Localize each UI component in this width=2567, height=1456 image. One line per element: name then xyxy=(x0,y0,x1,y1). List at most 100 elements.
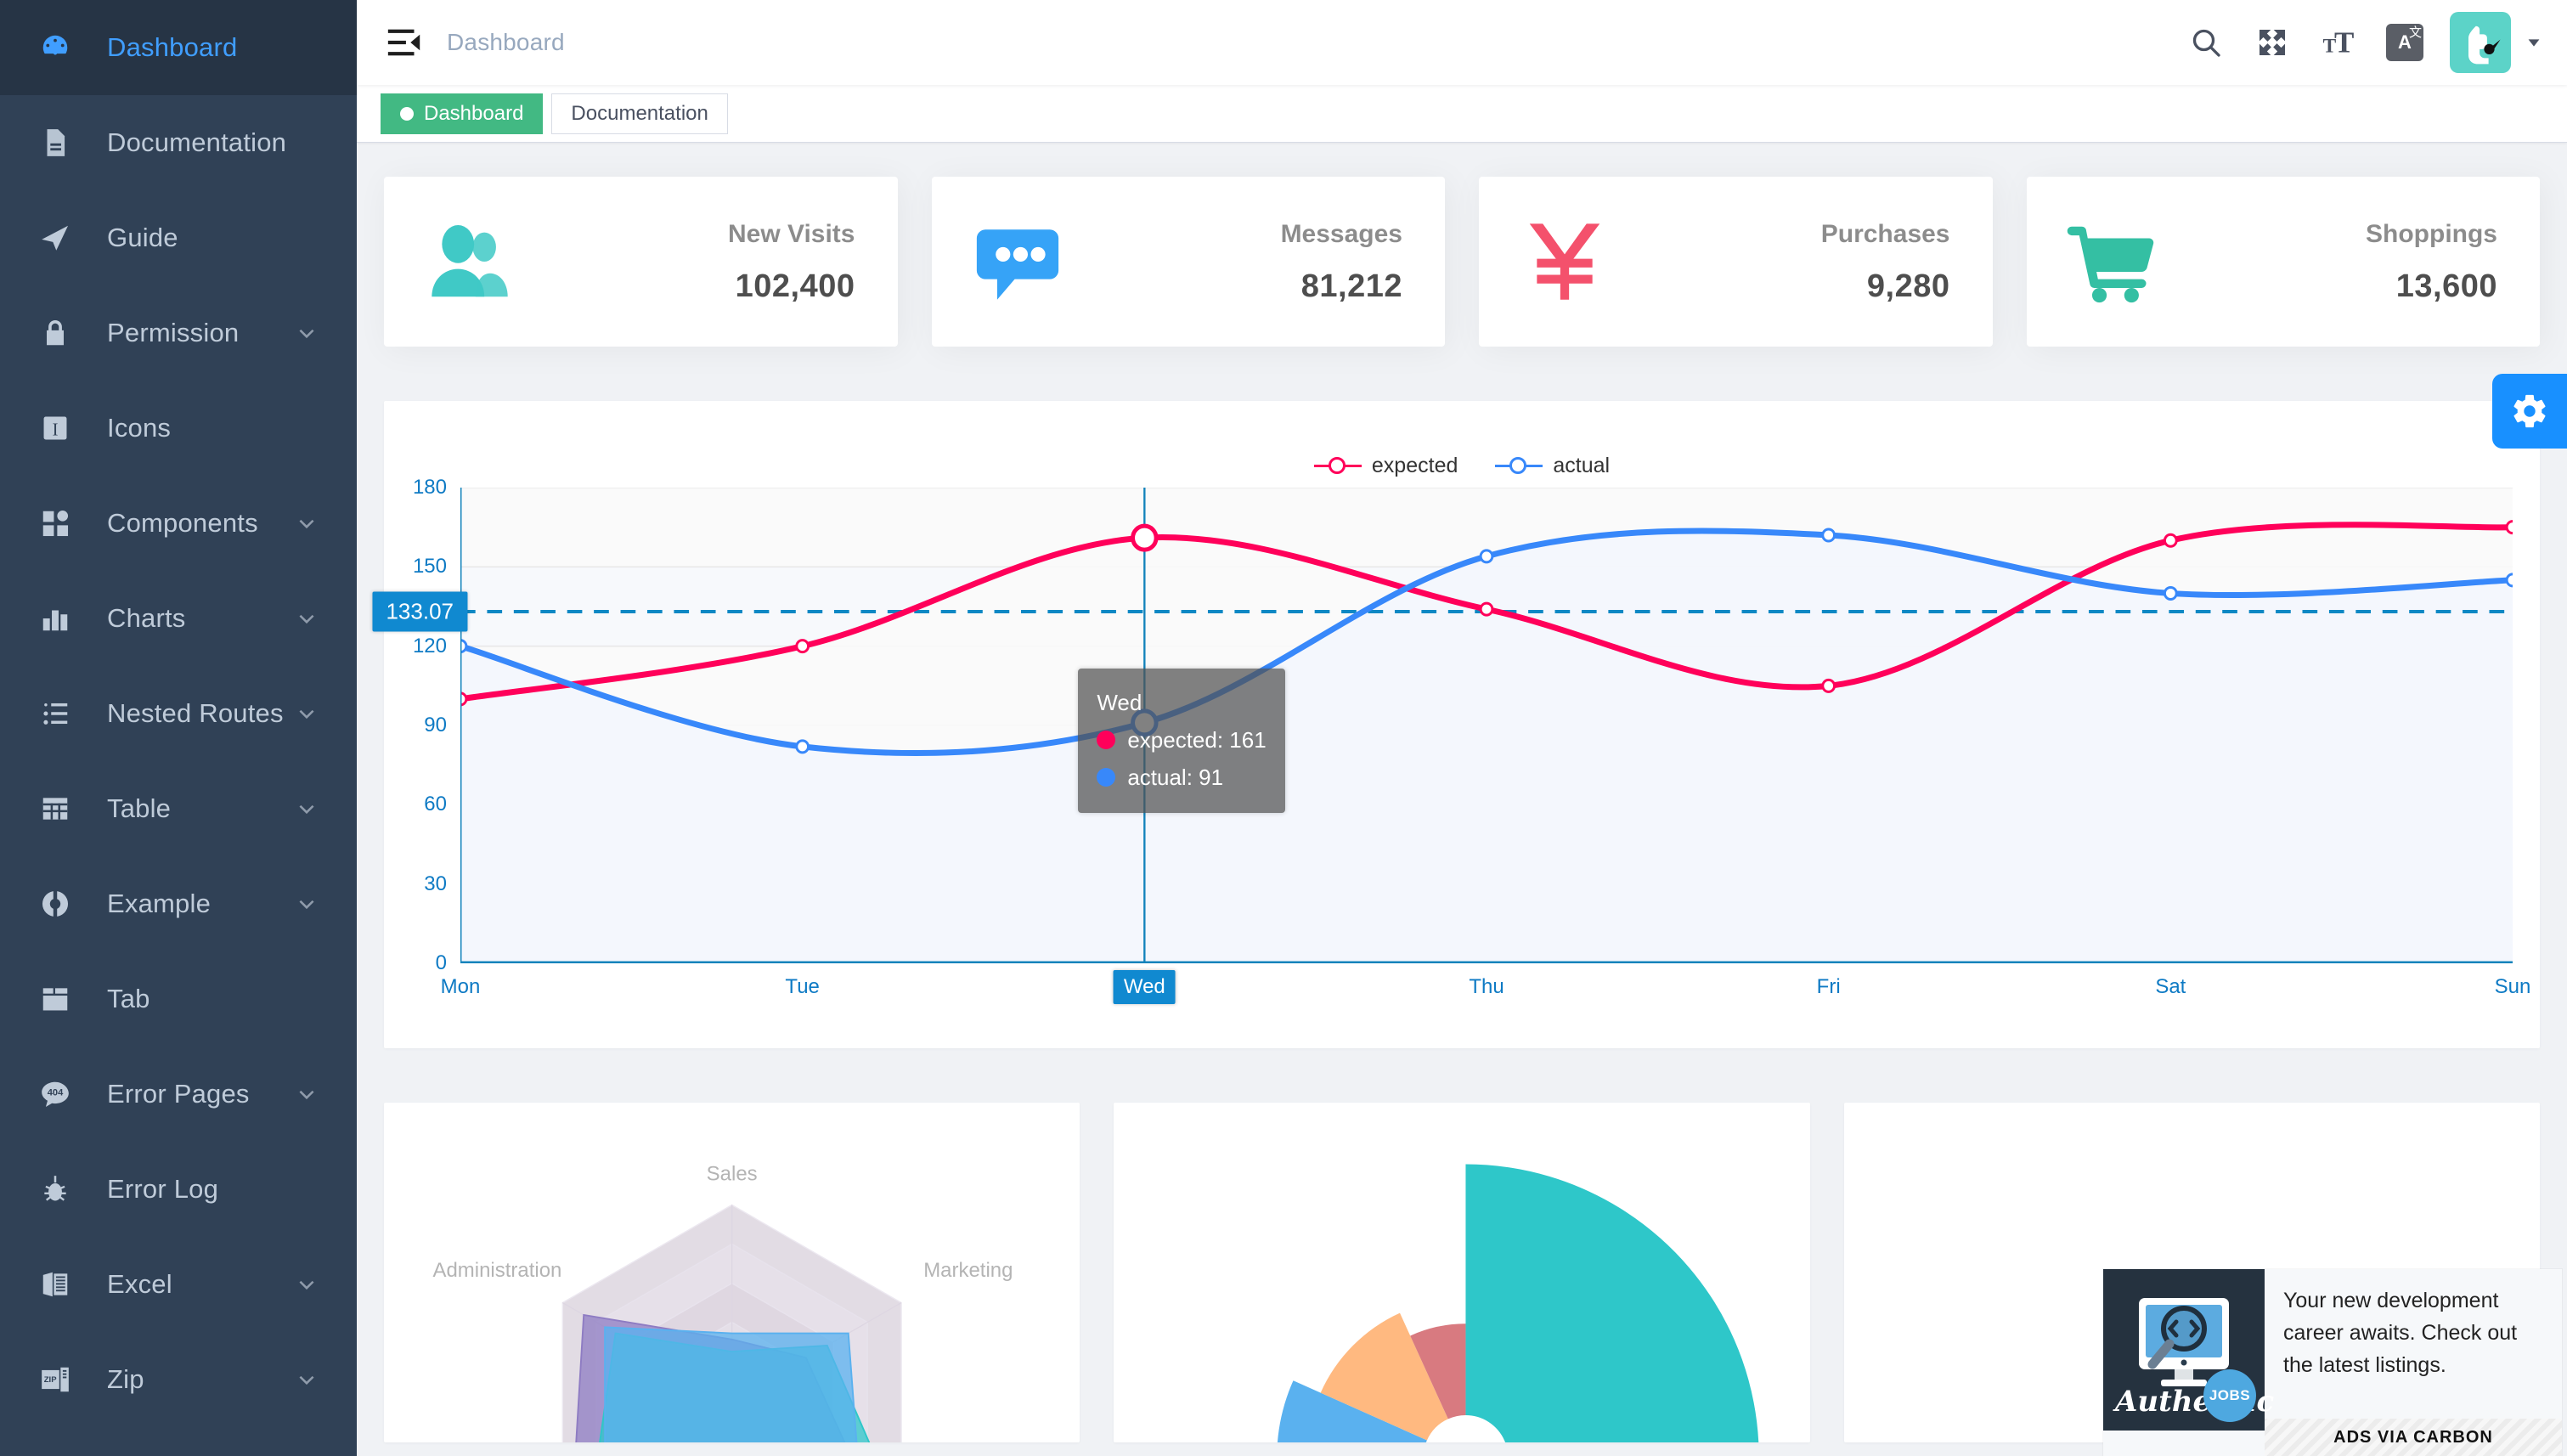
svg-text:404: 404 xyxy=(48,1088,64,1098)
sidebar-item-documentation[interactable]: Documentation xyxy=(0,95,357,190)
hamburger-collapse-icon[interactable] xyxy=(381,19,428,66)
stat-card-new-visits[interactable]: New Visits 102,400 xyxy=(384,177,898,347)
sidebar-item-error-log[interactable]: Error Log xyxy=(0,1142,357,1237)
stat-card-value: 13,600 xyxy=(2395,268,2497,304)
line-chart[interactable]: 0 30 60 90 120 150 180 Mon Tue Wed Thu Fri Sat Sun 133… xyxy=(372,476,2530,1048)
sidebar-item-label: Permission xyxy=(107,318,240,347)
sidebar-item-label: Zip xyxy=(107,1364,144,1394)
y-axis-tick: 90 xyxy=(424,714,447,736)
pie-chart-panel[interactable] xyxy=(1114,1103,1810,1442)
sidebar-item-label: Icons xyxy=(107,413,172,443)
settings-gear-icon[interactable] xyxy=(2492,374,2567,449)
line-chart-legend: expected actual xyxy=(411,428,2513,488)
y-axis-tick: 60 xyxy=(424,793,447,816)
sidebar-item-label: Example xyxy=(107,889,212,918)
stat-card-title: Messages xyxy=(1280,219,1402,248)
tab-dashboard[interactable]: Dashboard xyxy=(381,93,544,134)
stat-card-value: 81,212 xyxy=(1300,268,1402,304)
stat-card-messages[interactable]: Messages 81,212 xyxy=(931,177,1445,347)
radar-chart-panel[interactable]: Sales Administration Marketing xyxy=(384,1103,1080,1442)
dashboard-icon xyxy=(36,28,75,67)
sidebar-item-icons[interactable]: I Icons xyxy=(0,381,357,476)
sidebar-item-tab[interactable]: Tab xyxy=(0,951,357,1047)
chevron-down-icon xyxy=(296,512,318,534)
sidebar-item-error-pages[interactable]: 404 Error Pages xyxy=(0,1047,357,1142)
sidebar-item-table[interactable]: Table xyxy=(0,761,357,856)
x-axis-tick: Sat xyxy=(2155,975,2186,998)
sidebar-item-zip[interactable]: ZIP Zip xyxy=(0,1332,357,1427)
chevron-down-icon xyxy=(296,893,318,915)
line-chart-plot-area: 0 30 60 90 120 150 180 Mon Tue Wed Thu Fri Sat Sun 133… xyxy=(372,476,2530,1048)
sidebar-item-permission[interactable]: Permission xyxy=(0,285,357,381)
sidebar-item-label: Charts xyxy=(107,603,186,633)
error-404-icon: 404 xyxy=(36,1075,75,1114)
carbon-ad[interactable]: Authentic JOBS Your new development care… xyxy=(2103,1269,2562,1456)
x-axis-tick: Fri xyxy=(1816,975,1841,998)
icons-icon: I xyxy=(36,409,75,448)
x-axis-tick: Wed xyxy=(1113,970,1176,1004)
excel-icon xyxy=(36,1265,75,1304)
language-glyph-cjk: 文 xyxy=(2408,25,2422,40)
sidebar-item-dashboard[interactable]: Dashboard xyxy=(0,0,357,95)
chevron-down-icon[interactable] xyxy=(2523,31,2545,54)
language-badge: A 文 xyxy=(2386,24,2423,61)
x-axis-tick: Thu xyxy=(1469,975,1504,998)
x-axis-tick: Tue xyxy=(785,975,820,998)
radar-chart: Sales Administration Marketing xyxy=(432,1163,1013,1442)
fullscreen-icon[interactable] xyxy=(2239,9,2305,76)
line-chart-panel: expected actual 030 60 90 120 150 180 Mo… xyxy=(372,401,2540,1048)
radar-axis-label: Marketing xyxy=(923,1259,1013,1282)
components-icon xyxy=(36,504,75,543)
chevron-down-icon xyxy=(296,322,318,344)
legend-marker-icon xyxy=(1313,454,1362,477)
sidebar-item-label: Error Pages xyxy=(107,1079,250,1109)
sidebar-item-nested-routes[interactable]: Nested Routes xyxy=(0,666,357,761)
dashboard-content: New Visits 102,400 Messages 81,212 Purch… xyxy=(357,143,2567,1456)
legend-marker-icon xyxy=(1495,454,1543,477)
lock-icon xyxy=(36,313,75,353)
y-axis-tick: 180 xyxy=(412,476,447,499)
sidebar-item-label: Table xyxy=(107,793,172,823)
legend-item-expected[interactable]: expected xyxy=(1313,454,1458,478)
sidebar-item-guide[interactable]: Guide xyxy=(0,190,357,285)
markline-average-label: 133.07 xyxy=(372,591,467,632)
radar-axis-label: Administration xyxy=(432,1259,561,1282)
sidebar-item-label: Nested Routes xyxy=(107,698,284,728)
carbon-ad-image: Authentic JOBS xyxy=(2103,1269,2274,1431)
chevron-down-icon xyxy=(296,1273,318,1295)
message-icon xyxy=(971,215,1064,308)
top-navbar: Dashboard TT A 文 xyxy=(357,0,2567,85)
sidebar-item-label: Error Log xyxy=(107,1174,219,1204)
language-icon[interactable]: A 文 xyxy=(2372,9,2438,76)
y-axis-tick: 0 xyxy=(435,951,447,974)
admin-dashboard-app: Dashboard Documentation Guide Permission… xyxy=(0,0,2567,1456)
y-axis-tick: 30 xyxy=(424,872,447,895)
svg-text:ZIP: ZIP xyxy=(44,1375,57,1385)
navbar-actions: TT A 文 xyxy=(2173,9,2567,76)
sidebar-item-excel[interactable]: Excel xyxy=(0,1237,357,1332)
radar-axis-label: Sales xyxy=(707,1163,758,1186)
stat-card-purchases[interactable]: Purchases 9,280 xyxy=(1479,177,1993,347)
example-icon xyxy=(36,884,75,923)
font-size-icon[interactable]: TT xyxy=(2305,9,2372,76)
search-icon[interactable] xyxy=(2173,9,2239,76)
x-axis-tick: Sun xyxy=(2494,975,2531,998)
nested-list-icon xyxy=(36,694,75,733)
peoples-icon xyxy=(423,215,516,308)
avatar[interactable] xyxy=(2450,12,2511,73)
legend-item-actual[interactable]: actual xyxy=(1495,454,1610,478)
sidebar-item-label: Tab xyxy=(107,984,150,1013)
carbon-ad-badge: JOBS xyxy=(2203,1369,2256,1422)
tab-documentation[interactable]: Documentation xyxy=(551,93,728,134)
breadcrumb: Dashboard xyxy=(447,29,565,55)
sidebar-item-components[interactable]: Components xyxy=(0,476,357,571)
sidebar-item-example[interactable]: Example xyxy=(0,856,357,951)
tab-label: Dashboard xyxy=(424,101,524,125)
stat-card-shoppings[interactable]: Shoppings 13,600 xyxy=(2026,177,2540,347)
sidebar-item-label: Documentation xyxy=(107,127,287,157)
bug-icon xyxy=(36,1170,75,1209)
sidebar-item-charts[interactable]: Charts xyxy=(0,571,357,666)
stat-card-title: Shoppings xyxy=(2366,219,2497,248)
stat-card-value: 102,400 xyxy=(735,268,855,304)
pie-chart xyxy=(1278,1164,1759,1442)
